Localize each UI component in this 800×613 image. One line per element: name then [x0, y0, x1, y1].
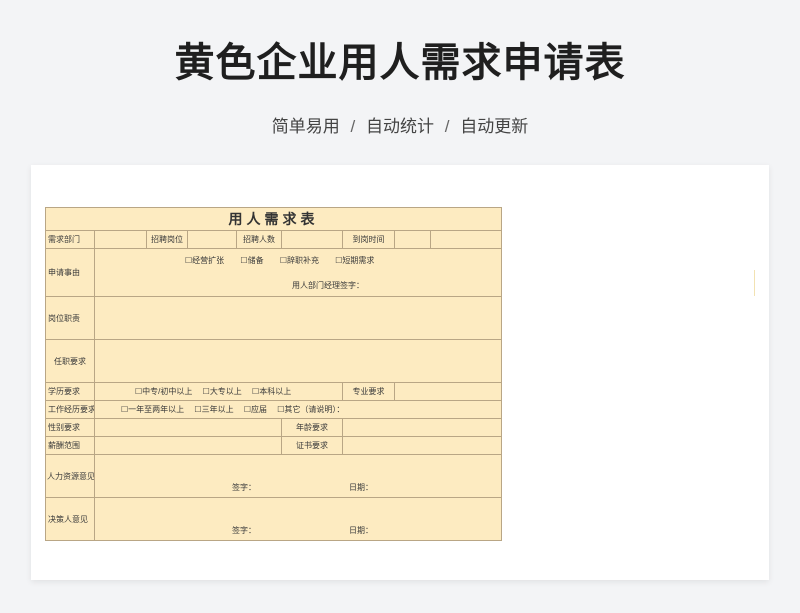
position-label: 招聘岗位 [146, 230, 188, 249]
page-subtitle: 简单易用 / 自动统计 / 自动更新 [0, 112, 800, 137]
hr-sign: 签字： [232, 482, 256, 492]
major-label: 专业要求 [342, 382, 395, 401]
education-options[interactable]: ☐中专/初中以上 ☐大专以上 ☐本科以上 [94, 382, 343, 401]
hr-opinion-cell[interactable]: 签字： 日期： [94, 454, 502, 498]
major-value[interactable] [394, 382, 502, 401]
subtitle-separator: / [350, 117, 356, 136]
requisition-form: 用人需求表 需求部门 招聘岗位 招聘人数 到岗时间 申请事由 ☐经营扩张 ☐储备… [45, 207, 502, 541]
experience-option[interactable]: ☐应届 [244, 405, 267, 414]
subtitle-part-update: 自动更新 [460, 117, 529, 136]
dept-label: 需求部门 [45, 230, 95, 249]
salary-label: 薪酬范围 [45, 436, 95, 455]
subtitle-part-stats: 自动统计 [366, 117, 434, 136]
hr-opinion-label: 人力资源意见 [45, 454, 95, 498]
qualification-label: 任职要求 [45, 339, 95, 383]
arrival-label: 到岗时间 [342, 230, 395, 249]
reason-option[interactable]: ☐短期需求 [335, 256, 374, 265]
position-value[interactable] [187, 230, 237, 249]
duty-value[interactable] [94, 296, 502, 340]
education-label: 学历要求 [45, 382, 95, 401]
subtitle-part-easy: 简单易用 [271, 117, 340, 136]
education-option[interactable]: ☐本科以上 [252, 387, 291, 396]
salary-value[interactable] [94, 436, 282, 455]
experience-option[interactable]: ☐其它（请说明）： [277, 405, 344, 414]
count-value[interactable] [281, 230, 343, 249]
age-value[interactable] [342, 418, 502, 437]
hr-date: 日期： [349, 482, 373, 492]
decision-opinion-label: 决策人意见 [45, 497, 95, 541]
age-label: 年龄要求 [281, 418, 343, 437]
reason-option[interactable]: ☐经营扩张 [185, 256, 224, 265]
reason-option[interactable]: ☐储备 [240, 256, 263, 265]
reason-cell[interactable]: ☐经营扩张 ☐储备 ☐辞职补充 ☐短期需求 用人部门经理签字： [94, 248, 502, 297]
education-option[interactable]: ☐中专/初中以上 [135, 387, 192, 396]
experience-option[interactable]: ☐一年至两年以上 [121, 405, 184, 414]
experience-options[interactable]: ☐一年至两年以上 ☐三年以上 ☐应届 ☐其它（请说明）： [94, 400, 502, 419]
education-option[interactable]: ☐大专以上 [203, 387, 242, 396]
decision-date: 日期： [349, 525, 373, 535]
count-label: 招聘人数 [236, 230, 282, 249]
decision-sign: 签字： [232, 525, 256, 535]
gender-value[interactable] [94, 418, 282, 437]
cert-label: 证书要求 [281, 436, 343, 455]
edge-marker [754, 270, 755, 296]
experience-label: 工作经历要求 [45, 400, 95, 419]
manager-signature: 用人部门经理签字： [292, 280, 364, 290]
page-title: 黄色企业用人需求申请表 [174, 41, 626, 85]
reason-label: 申请事由 [45, 248, 95, 297]
subtitle-separator: / [444, 117, 450, 136]
decision-opinion-cell[interactable]: 签字： 日期： [94, 497, 502, 541]
reason-option[interactable]: ☐辞职补充 [280, 256, 319, 265]
duty-label: 岗位职责 [45, 296, 95, 340]
arrival-extra[interactable] [430, 230, 502, 249]
reason-options: ☐经营扩张 ☐储备 ☐辞职补充 ☐短期需求 [97, 255, 499, 266]
gender-label: 性别要求 [45, 418, 95, 437]
dept-value[interactable] [94, 230, 147, 249]
cert-value[interactable] [342, 436, 502, 455]
qualification-value[interactable] [94, 339, 502, 383]
arrival-value[interactable] [394, 230, 431, 249]
form-heading: 用人需求表 [45, 207, 502, 231]
experience-option[interactable]: ☐三年以上 [194, 405, 233, 414]
